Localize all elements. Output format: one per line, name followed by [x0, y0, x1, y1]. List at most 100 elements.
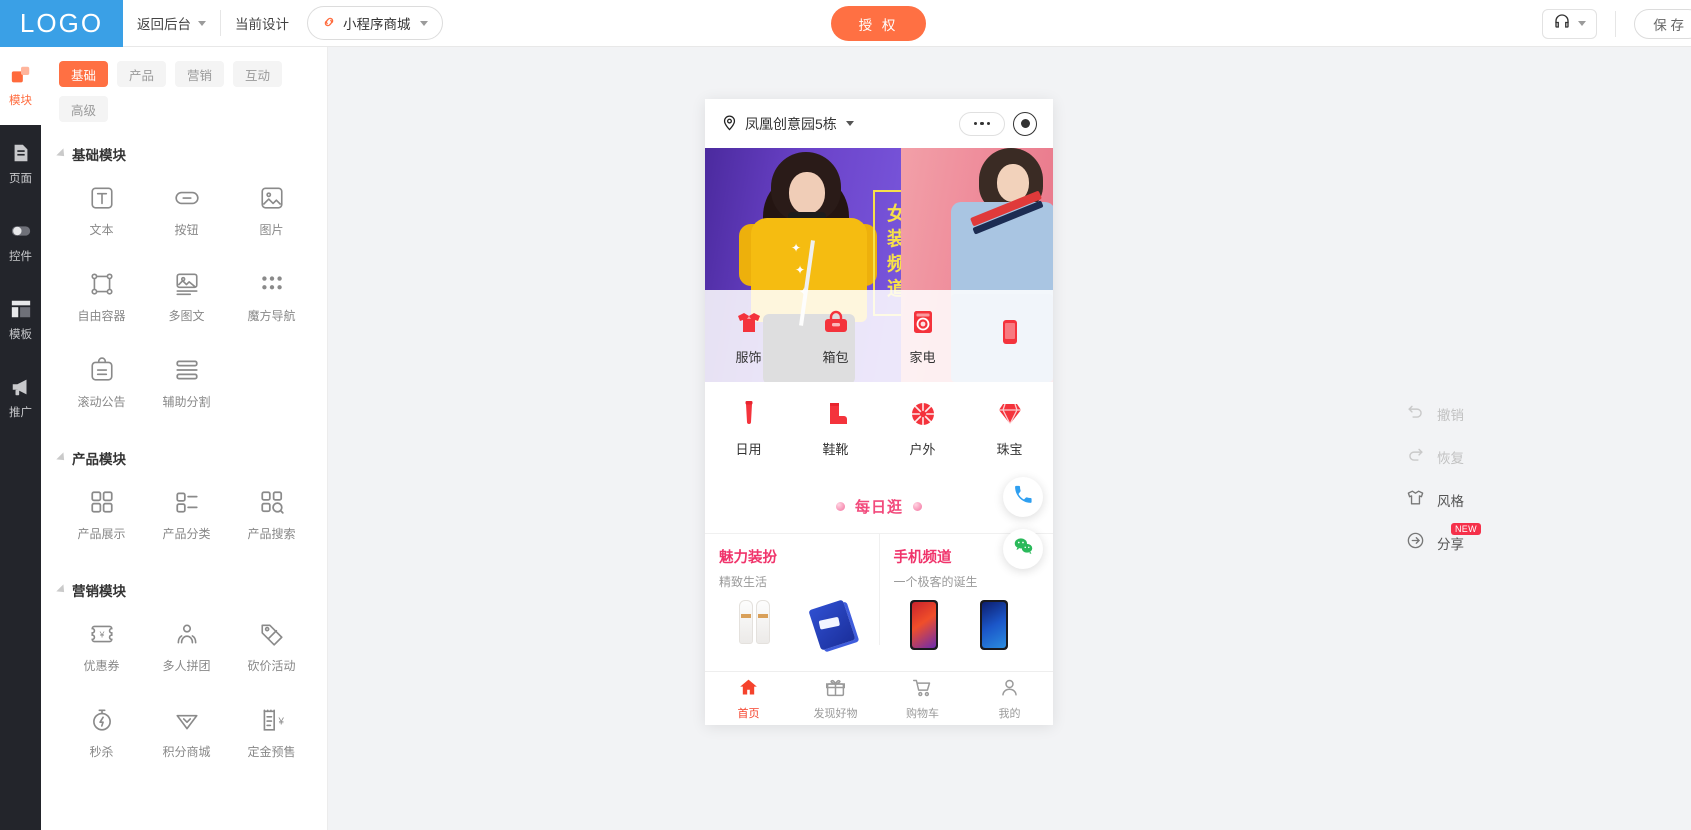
support-headset-button[interactable]: [1542, 8, 1598, 39]
tabbar-item-discover[interactable]: 发现好物: [792, 672, 879, 725]
category-label: 箱包: [822, 350, 849, 365]
module-group-buy[interactable]: 多人拼团: [144, 604, 229, 690]
dot-icon: [980, 121, 984, 126]
canvas-tools: 撤销 恢复 风格 分享 NEW: [1406, 392, 1556, 564]
module-label: 辅助分割: [162, 394, 211, 409]
category-item[interactable]: 户外: [879, 382, 966, 474]
cart-icon: [912, 677, 933, 701]
dot-icon: [986, 121, 991, 126]
rail-item-templates[interactable]: 模板: [0, 281, 41, 359]
module-label: 优惠券: [83, 658, 120, 673]
category-item[interactable]: 箱包: [792, 290, 879, 382]
module-image[interactable]: 图片: [229, 168, 314, 254]
module-product-category[interactable]: 产品分类: [144, 472, 229, 558]
phone-product-image: [979, 600, 1008, 650]
module-label: 自由容器: [77, 308, 126, 323]
section-title: 营销模块: [72, 584, 126, 599]
design-selector[interactable]: 小程序商城: [307, 6, 443, 40]
back-to-admin-button[interactable]: 返回后台: [123, 0, 220, 47]
feature-column[interactable]: 魅力装扮 精致生活: [705, 534, 879, 651]
module-coupon[interactable]: ¥ 优惠券: [59, 604, 144, 690]
module-label: 积分商城: [162, 744, 211, 759]
rail-item-promotion[interactable]: 推广: [0, 359, 41, 437]
authorize-button[interactable]: 授 权: [831, 6, 926, 41]
collapse-triangle-icon: [56, 452, 68, 464]
more-menu-button[interactable]: [959, 111, 1005, 136]
module-free-container[interactable]: 自由容器: [59, 254, 144, 340]
tabbar-item-cart[interactable]: 购物车: [879, 672, 966, 725]
section-header-basic[interactable]: 基础模块: [56, 144, 327, 164]
module-product-search[interactable]: 产品搜索: [229, 472, 314, 558]
flash-sale-icon: [89, 707, 115, 733]
ball-icon: [907, 398, 939, 430]
canvas: 凤凰创意园5栋 ✦ ✦ 女 装 频 服饰 箱包 家电 日用 鞋靴 户外 珠宝 每…: [328, 47, 1691, 830]
handbag-icon: [820, 306, 852, 338]
rail-item-pages[interactable]: 页面: [0, 125, 41, 203]
module-cube-nav[interactable]: 魔方导航: [229, 254, 314, 340]
tool-label: 分享: [1437, 536, 1464, 552]
undo-button[interactable]: 撤销: [1406, 392, 1556, 435]
tab-interactive[interactable]: 互动: [233, 61, 283, 87]
category-item[interactable]: 服饰: [705, 290, 792, 382]
module-bargain[interactable]: 砍价活动: [229, 604, 314, 690]
module-label: 文本: [89, 222, 114, 237]
category-item[interactable]: [966, 290, 1053, 382]
share-button[interactable]: 分享 NEW: [1406, 521, 1556, 564]
boot-icon: [820, 398, 852, 430]
module-multi-image-text[interactable]: 多图文: [144, 254, 229, 340]
tab-marketing[interactable]: 营销: [175, 61, 225, 87]
rail-item-label: 页面: [9, 173, 32, 185]
tabbar-item-home[interactable]: 首页: [705, 672, 792, 725]
category-item[interactable]: 珠宝: [966, 382, 1053, 474]
module-product-grid[interactable]: 产品展示: [59, 472, 144, 558]
collapse-triangle-icon: [56, 148, 68, 160]
module-button[interactable]: 按钮: [144, 168, 229, 254]
module-divider[interactable]: 辅助分割: [144, 340, 229, 426]
chevron-down-icon: [1578, 21, 1587, 26]
tab-advanced[interactable]: 高级: [59, 96, 109, 122]
target-icon[interactable]: [1013, 111, 1037, 136]
module-label: 定金预售: [247, 744, 296, 759]
tab-product[interactable]: 产品: [117, 61, 167, 87]
headset-icon: [1553, 12, 1571, 35]
current-design-label: 当前设计: [235, 17, 289, 32]
section-header-product[interactable]: 产品模块: [56, 448, 327, 468]
category-item[interactable]: 日用: [705, 382, 792, 474]
divider-icon: [174, 357, 200, 383]
category-label: 珠宝: [996, 442, 1023, 457]
redo-button[interactable]: 恢复: [1406, 435, 1556, 478]
style-button[interactable]: 风格: [1406, 478, 1556, 521]
bead-icon: [913, 502, 922, 511]
bottle-pair-image: [739, 600, 770, 646]
bead-icon: [835, 502, 845, 511]
section-header-marketing[interactable]: 营销模块: [56, 580, 327, 600]
group-buy-icon: [174, 621, 200, 647]
save-button[interactable]: 保 存: [1634, 8, 1691, 39]
module-points-mall[interactable]: 积分商城: [144, 690, 229, 776]
image-icon: [259, 185, 285, 211]
feature-images: [894, 600, 1054, 650]
tabbar-item-profile[interactable]: 我的: [966, 672, 1053, 725]
module-flash-sale[interactable]: 秒杀: [59, 690, 144, 776]
category-label: 服饰: [735, 350, 762, 365]
module-presale[interactable]: ¥ 定金预售: [229, 690, 314, 776]
logo[interactable]: LOGO: [0, 0, 123, 47]
phone-call-fab[interactable]: [1003, 477, 1043, 517]
category-row-1: 服饰 箱包 家电: [705, 290, 1053, 382]
rail-item-widgets[interactable]: 控件: [0, 203, 41, 281]
wechat-fab[interactable]: [1003, 529, 1043, 569]
tab-basic[interactable]: 基础: [59, 61, 109, 87]
module-label: 滚动公告: [77, 394, 126, 409]
category-item[interactable]: 家电: [879, 290, 966, 382]
gift-icon: [825, 677, 846, 701]
coupon-icon: ¥: [89, 621, 115, 647]
module-text[interactable]: 文本: [59, 168, 144, 254]
location-selector[interactable]: 凤凰创意园5栋: [721, 114, 854, 134]
module-announcement[interactable]: 滚动公告: [59, 340, 144, 426]
panel-tabs: 基础 产品 营销 互动 高级: [41, 47, 309, 122]
category-row-2: 日用 鞋靴 户外 珠宝: [705, 382, 1053, 474]
category-item[interactable]: 鞋靴: [792, 382, 879, 474]
rail-item-modules[interactable]: 模块: [0, 47, 41, 125]
cosmetic-tube-icon: [733, 398, 765, 430]
product-search-icon: [259, 489, 285, 515]
